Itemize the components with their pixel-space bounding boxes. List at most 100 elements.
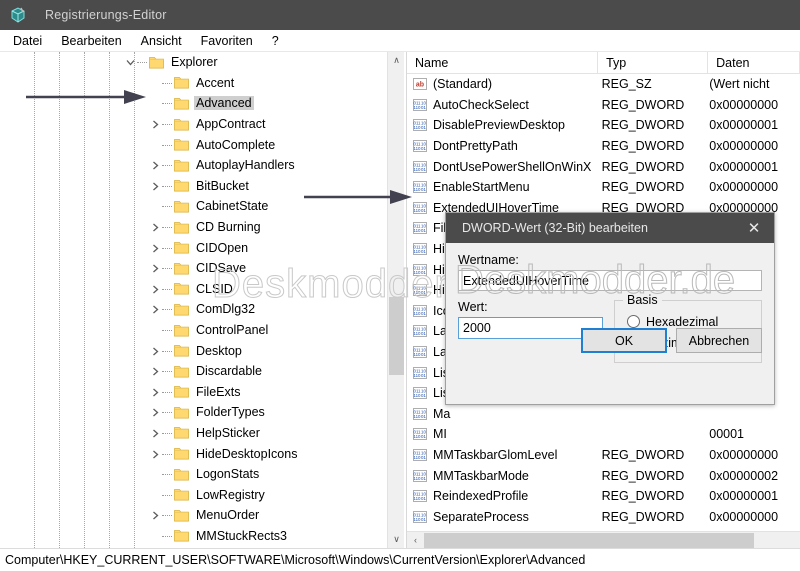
reg-dword-icon: 0111101001 bbox=[413, 407, 427, 421]
table-row[interactable]: 0111101001DontPrettyPathREG_DWORD0x00000… bbox=[407, 136, 800, 157]
tree-item-mmstuckrects3[interactable]: MMStuckRects3 bbox=[0, 526, 382, 547]
table-row[interactable]: 0111101001SeparateProcessREG_DWORD0x0000… bbox=[407, 506, 800, 527]
menu-item-bearbeiten[interactable]: Bearbeiten bbox=[54, 32, 128, 50]
chevron-right-icon[interactable] bbox=[148, 176, 162, 196]
value-name-cell: 0111101001MI bbox=[407, 427, 594, 441]
value-name-text: ReindexedProfile bbox=[433, 489, 528, 503]
tree-item-comdlg32[interactable]: ComDlg32 bbox=[0, 299, 382, 320]
chevron-right-icon[interactable] bbox=[148, 299, 162, 319]
tree-connector bbox=[137, 52, 149, 72]
chevron-right-icon[interactable] bbox=[148, 258, 162, 278]
menu-item-ansicht[interactable]: Ansicht bbox=[134, 32, 189, 50]
hscroll-track[interactable] bbox=[424, 533, 800, 548]
scroll-down-icon[interactable]: ∨ bbox=[388, 531, 404, 548]
table-row[interactable]: 0111101001MMTaskbarGlomLevelREG_DWORD0x0… bbox=[407, 445, 800, 466]
value-name-text: SeparateProcess bbox=[433, 510, 529, 524]
column-header-typ[interactable]: Typ bbox=[598, 52, 708, 74]
tree-item-desktop[interactable]: Desktop bbox=[0, 340, 382, 361]
svg-text:01: 01 bbox=[421, 249, 426, 254]
chevron-right-icon[interactable] bbox=[148, 402, 162, 422]
chevron-down-icon[interactable] bbox=[123, 52, 137, 72]
table-row[interactable]: 0111101001ReindexedProfileREG_DWORD0x000… bbox=[407, 486, 800, 507]
svg-text:01: 01 bbox=[421, 517, 426, 522]
chevron-right-icon[interactable] bbox=[148, 505, 162, 525]
svg-text:01: 01 bbox=[421, 331, 426, 336]
value-type-cell: REG_DWORD bbox=[594, 469, 702, 483]
table-row[interactable]: ab(Standard)REG_SZ(Wert nicht bbox=[407, 74, 800, 95]
scroll-left-icon[interactable]: ‹ bbox=[407, 532, 424, 549]
chevron-right-icon[interactable] bbox=[148, 279, 162, 299]
value-name-text: DisablePreviewDesktop bbox=[433, 118, 565, 132]
radio-hexadezimal-icon[interactable] bbox=[627, 315, 640, 328]
value-name-input[interactable] bbox=[458, 270, 762, 291]
value-label: Wert: bbox=[458, 300, 606, 314]
tree-item-appcontract[interactable]: AppContract bbox=[0, 114, 382, 135]
tree-item-logonstats[interactable]: LogonStats bbox=[0, 464, 382, 485]
tree-item-discardable[interactable]: Discardable bbox=[0, 361, 382, 382]
chevron-right-icon[interactable] bbox=[148, 341, 162, 361]
scroll-up-icon[interactable]: ∧ bbox=[388, 52, 404, 69]
close-icon[interactable]: ✕ bbox=[734, 213, 774, 243]
tree-item-fileexts[interactable]: FileExts bbox=[0, 382, 382, 403]
chevron-right-icon[interactable] bbox=[148, 444, 162, 464]
svg-text:01: 01 bbox=[421, 414, 426, 419]
svg-text:01: 01 bbox=[421, 146, 426, 151]
tree-item-label: MenuOrder bbox=[194, 508, 261, 522]
menu-item-help[interactable]: ? bbox=[265, 32, 286, 50]
value-name-cell: 0111101001DontUsePowerShellOnWinX bbox=[407, 160, 594, 174]
chevron-right-icon[interactable] bbox=[148, 155, 162, 175]
list-horizontal-scrollbar[interactable]: ‹ bbox=[407, 531, 800, 548]
tree-item-cd-burning[interactable]: CD Burning bbox=[0, 217, 382, 238]
tree-item-clsid[interactable]: CLSID bbox=[0, 279, 382, 300]
tree-item-cidopen[interactable]: CIDOpen bbox=[0, 237, 382, 258]
tree-item-label: Explorer bbox=[169, 55, 220, 69]
chevron-right-icon[interactable] bbox=[148, 361, 162, 381]
svg-text:01: 01 bbox=[421, 476, 426, 481]
ok-button[interactable]: OK bbox=[581, 328, 667, 353]
tree-item-helpsticker[interactable]: HelpSticker bbox=[0, 423, 382, 444]
tree-connector bbox=[162, 135, 174, 155]
reg-dword-icon: 0111101001 bbox=[413, 427, 427, 441]
tree-item-hidedesktopicons[interactable]: HideDesktopIcons bbox=[0, 443, 382, 464]
registry-tree[interactable]: ExplorerAccentAdvancedAppContractAutoCom… bbox=[0, 52, 382, 548]
svg-text:110: 110 bbox=[414, 105, 422, 110]
table-row[interactable]: 0111101001MI00001 bbox=[407, 424, 800, 445]
chevron-right-icon[interactable] bbox=[148, 423, 162, 443]
tree-item-lowregistry[interactable]: LowRegistry bbox=[0, 484, 382, 505]
cancel-button[interactable]: Abbrechen bbox=[676, 328, 762, 353]
chevron-right-icon[interactable] bbox=[148, 217, 162, 237]
tree-item-autoplayhandlers[interactable]: AutoplayHandlers bbox=[0, 155, 382, 176]
table-row[interactable]: 0111101001Ma bbox=[407, 404, 800, 425]
tree-item-foldertypes[interactable]: FolderTypes bbox=[0, 402, 382, 423]
tree-spacer bbox=[148, 526, 162, 546]
chevron-right-icon[interactable] bbox=[148, 114, 162, 134]
tree-item-autocomplete[interactable]: AutoComplete bbox=[0, 134, 382, 155]
svg-text:01: 01 bbox=[421, 496, 426, 501]
tree-item-controlpanel[interactable]: ControlPanel bbox=[0, 320, 382, 341]
menu-item-favoriten[interactable]: Favoriten bbox=[194, 32, 260, 50]
svg-text:110: 110 bbox=[414, 352, 422, 357]
menu-item-datei[interactable]: Datei bbox=[6, 32, 49, 50]
chevron-right-icon[interactable] bbox=[148, 238, 162, 258]
folder-icon bbox=[174, 200, 189, 213]
folder-icon bbox=[174, 97, 189, 110]
table-row[interactable]: 0111101001MMTaskbarModeREG_DWORD0x000000… bbox=[407, 465, 800, 486]
table-row[interactable]: 0111101001DisablePreviewDesktopREG_DWORD… bbox=[407, 115, 800, 136]
value-data-cell: 0x00000001 bbox=[701, 489, 800, 503]
tree-item-explorer[interactable]: Explorer bbox=[0, 52, 382, 73]
value-name-text: MMTaskbarMode bbox=[433, 469, 529, 483]
tree-connector bbox=[162, 155, 174, 175]
svg-text:01: 01 bbox=[421, 208, 426, 213]
folder-icon bbox=[174, 426, 189, 439]
column-header-daten[interactable]: Daten bbox=[708, 52, 800, 74]
column-header-name[interactable]: Name bbox=[407, 52, 598, 74]
table-row[interactable]: 0111101001AutoCheckSelectREG_DWORD0x0000… bbox=[407, 95, 800, 116]
table-row[interactable]: 0111101001DontUsePowerShellOnWinXREG_DWO… bbox=[407, 156, 800, 177]
tree-item-menuorder[interactable]: MenuOrder bbox=[0, 505, 382, 526]
table-row[interactable]: 0111101001EnableStartMenuREG_DWORD0x0000… bbox=[407, 177, 800, 198]
tree-vertical-scrollbar[interactable]: ∧ ∨ bbox=[387, 52, 404, 548]
hscrollbar-thumb[interactable] bbox=[424, 533, 754, 548]
chevron-right-icon[interactable] bbox=[148, 382, 162, 402]
scrollbar-thumb[interactable] bbox=[389, 297, 404, 375]
tree-item-cidsave[interactable]: CIDSave bbox=[0, 258, 382, 279]
